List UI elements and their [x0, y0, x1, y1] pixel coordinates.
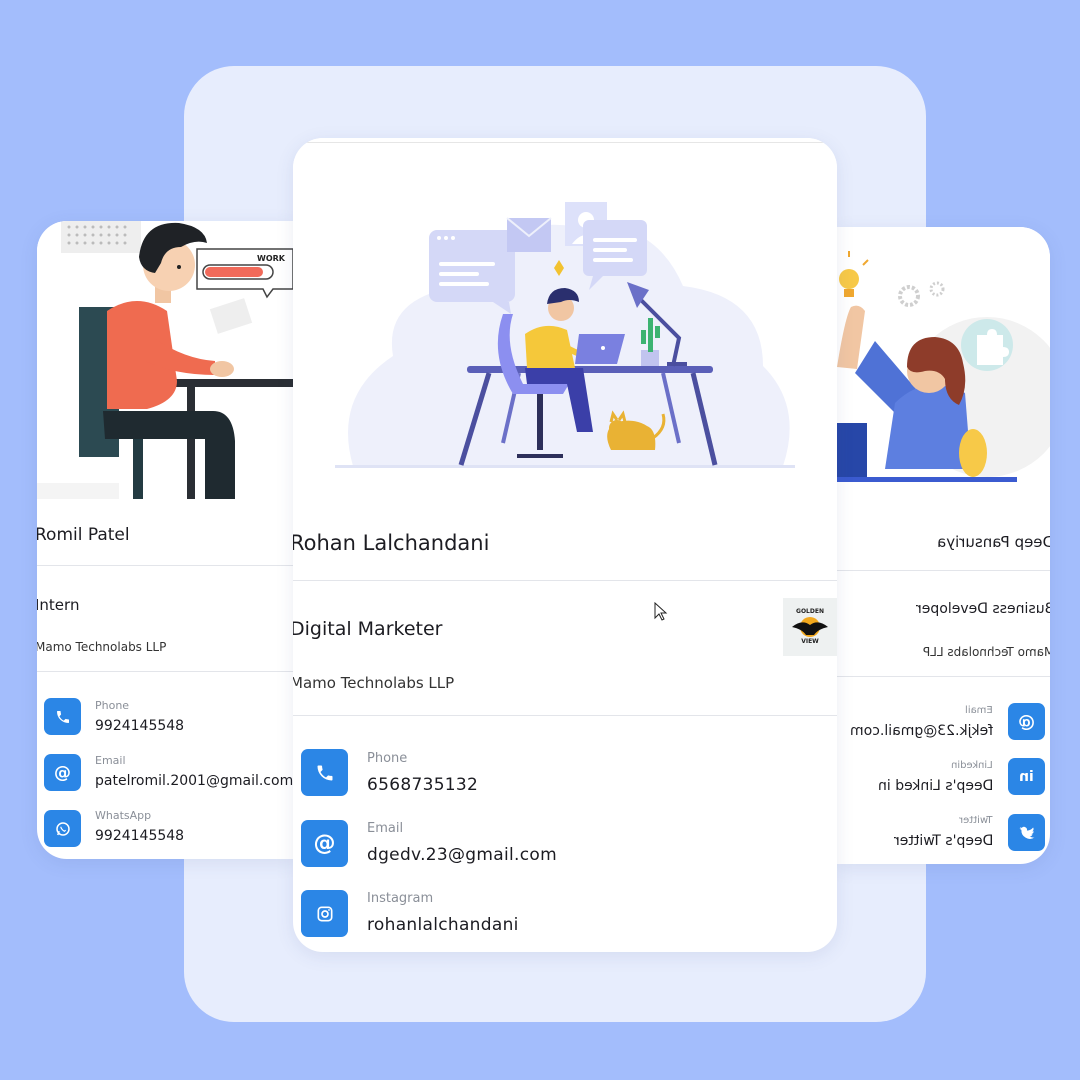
developer-at-desk-illustration: WORK — [37, 221, 295, 499]
linkedin-icon[interactable]: in — [1008, 758, 1045, 795]
email-icon[interactable]: @ — [44, 754, 81, 791]
contact-label: Twitter — [959, 815, 993, 826]
remote-worker-illustration — [293, 138, 837, 483]
twitter-icon[interactable] — [1008, 814, 1045, 851]
instagram-icon[interactable] — [301, 890, 348, 937]
divider — [293, 715, 837, 716]
phone-icon[interactable] — [44, 698, 81, 735]
contact-label: Phone — [95, 699, 130, 712]
contact-label: Email — [367, 821, 404, 836]
divider — [837, 570, 1050, 571]
golden-view-logo: GOLDEN VIEW — [783, 598, 837, 656]
contact-label: Linkedin — [951, 760, 993, 771]
profile-card-deep[interactable]: Deep Pansuriya Business Developer Mamo T… — [837, 227, 1050, 864]
mouse-cursor-icon — [654, 602, 668, 621]
contact-value[interactable]: Deep's Linked in — [878, 778, 993, 794]
email-icon[interactable]: @ — [301, 820, 348, 867]
contact-label: Email — [965, 705, 993, 716]
profile-card-romil[interactable]: WORK Romil Patel Intern Mamo Technolabs … — [37, 221, 295, 859]
contact-label: Email — [95, 754, 126, 767]
contact-value[interactable]: rohanlalchandani — [367, 915, 519, 935]
contact-value[interactable]: 9924145548 — [95, 718, 184, 734]
contact-label: Phone — [367, 751, 408, 766]
contact-value[interactable]: patelromil.2001@gmail.com — [95, 773, 293, 789]
contact-value[interactable]: Deep's Twitter — [894, 833, 993, 849]
card-company: Mamo Technolabs LLP — [293, 674, 455, 692]
contact-value[interactable]: fekjk.23@gmail.com — [850, 723, 993, 739]
card-name: Romil Patel — [37, 525, 130, 545]
eagle-icon — [792, 617, 828, 637]
whatsapp-icon[interactable] — [44, 810, 81, 847]
card-name: Rohan Lalchandani — [293, 531, 490, 555]
card-job-title: Digital Marketer — [293, 618, 443, 640]
divider — [37, 565, 295, 566]
card-job-title: Business Developer — [915, 601, 1050, 617]
card-company: Mamo Technolabs LLP — [37, 640, 167, 654]
card-name: Deep Pansuriya — [936, 533, 1050, 551]
contact-value[interactable]: 6568735132 — [367, 775, 478, 795]
card-job-title: Intern — [37, 596, 80, 614]
card-company: Mamo Technolabs LLP — [922, 645, 1050, 659]
svg-text:WORK: WORK — [257, 254, 286, 263]
divider — [37, 671, 295, 672]
contact-label: Instagram — [367, 891, 434, 906]
divider — [837, 676, 1050, 677]
divider — [293, 580, 837, 581]
phone-icon[interactable] — [301, 749, 348, 796]
contact-value[interactable]: dgedv.23@gmail.com — [367, 845, 557, 865]
email-icon[interactable]: @ — [1008, 703, 1045, 740]
contact-value[interactable]: 9924145548 — [95, 828, 184, 844]
contact-label: WhatsApp — [95, 809, 152, 822]
high-five-illustration — [837, 227, 1050, 492]
profile-card-rohan[interactable]: Rohan Lalchandani Digital Marketer GOLDE… — [293, 138, 837, 952]
